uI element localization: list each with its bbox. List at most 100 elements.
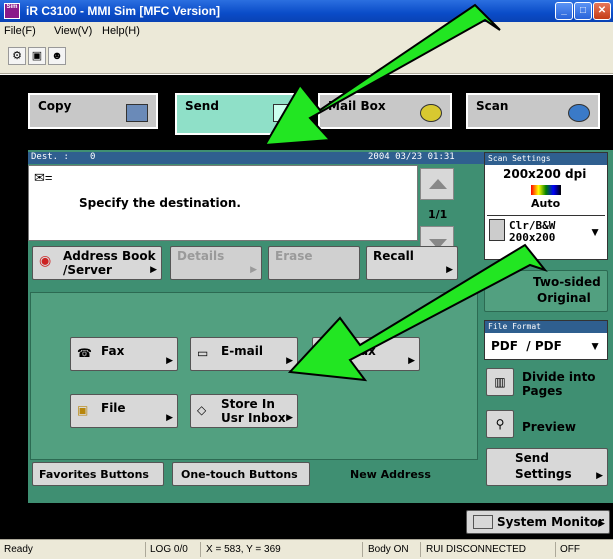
- toolbar: ⚙ ▣ ☻: [0, 40, 613, 74]
- menu-help[interactable]: Help(H): [102, 25, 140, 37]
- file-label: File: [101, 401, 126, 415]
- address-book-icon: ◉: [39, 253, 52, 269]
- ifax-button[interactable]: I-Fax ▶: [312, 337, 420, 371]
- preview-button[interactable]: ⚲ Preview: [486, 408, 608, 442]
- file-button[interactable]: ▣ File ▶: [70, 394, 178, 428]
- chevron-down-icon[interactable]: ▼: [589, 339, 601, 353]
- file-icon: ▣: [77, 403, 89, 417]
- color-mode-icon: [531, 185, 561, 195]
- monitor-icon: [473, 515, 493, 529]
- recall-label: Recall: [373, 249, 414, 263]
- address-book-label: Address Book: [63, 249, 156, 263]
- tab-copy-label: Copy: [38, 99, 72, 113]
- tab-scan-label: Scan: [476, 99, 509, 113]
- status-coords: X = 583, Y = 369: [206, 544, 281, 555]
- send-settings-button[interactable]: Send Settings ▶: [486, 448, 608, 486]
- tab-copy[interactable]: Copy: [28, 93, 158, 129]
- address-book-sublabel: /Server: [63, 263, 112, 277]
- email-icon: ▭: [197, 346, 209, 360]
- dest-datetime: 2004 03/23 01:31: [368, 152, 455, 162]
- window-title: iR C3100 - MMI Sim [MFC Version]: [26, 4, 221, 18]
- fax-icon: ☎: [77, 346, 92, 360]
- store-sublabel: Usr Inbox: [221, 411, 286, 425]
- toolbar-image-icon[interactable]: ▣: [28, 47, 46, 65]
- title-bar: Sim iR C3100 - MMI Sim [MFC Version] _ □…: [0, 0, 613, 22]
- toolbar-person-icon[interactable]: ☻: [48, 47, 66, 65]
- envelope-icon: ✉=: [34, 170, 53, 185]
- store-label: Store In: [221, 397, 275, 411]
- fax-button[interactable]: ☎ Fax ▶: [70, 337, 178, 371]
- menu-view[interactable]: View(V): [54, 25, 92, 37]
- system-monitor-label: System Monitor: [497, 515, 604, 529]
- one-touch-buttons-tab[interactable]: One-touch Buttons: [172, 462, 310, 486]
- favorites-label: Favorites Buttons: [39, 468, 149, 481]
- address-book-button[interactable]: ◉ Address Book /Server ▶: [32, 246, 162, 280]
- erase-label: Erase: [275, 249, 313, 263]
- status-body: Body ON: [368, 544, 409, 555]
- favorites-buttons-tab[interactable]: Favorites Buttons: [32, 462, 164, 486]
- ifax-label: I-Fax: [343, 344, 376, 358]
- inbox-icon: ◇: [197, 403, 207, 417]
- menu-file[interactable]: File(F): [4, 25, 36, 37]
- details-button[interactable]: Details ▶: [170, 246, 262, 280]
- status-rui: RUI DISCONNECTED: [426, 544, 527, 555]
- two-sided-label: Two-sided: [533, 275, 601, 289]
- onetouch-label: One-touch Buttons: [181, 468, 298, 481]
- new-address-tab[interactable]: New Address: [318, 462, 468, 486]
- tab-scan[interactable]: Scan: [466, 93, 600, 129]
- mailbox-icon: [420, 104, 442, 122]
- chevron-down-icon[interactable]: ▼: [589, 225, 601, 239]
- email-button[interactable]: ▭ E-mail ▶: [190, 337, 298, 371]
- store-inbox-button[interactable]: ◇ Store In Usr Inbox ▶: [190, 394, 298, 428]
- status-ready: Ready: [4, 544, 33, 555]
- dest-display: ✉= Specify the destination.: [28, 165, 418, 241]
- new-address-label: New Address: [350, 468, 431, 481]
- scan-dpi: 200x200 dpi: [503, 167, 587, 181]
- tab-send[interactable]: Send: [175, 93, 305, 135]
- scan-settings-box[interactable]: Scan Settings 200x200 dpi Auto Clr/B&W 2…: [484, 152, 608, 260]
- color-doc-icon: [489, 219, 505, 241]
- status-bar: Ready LOG 0/0 X = 583, Y = 369 Body ON R…: [0, 539, 613, 559]
- system-monitor-button[interactable]: System Monitor ▶: [466, 510, 610, 534]
- file-format-value: PDF / PDF: [491, 339, 562, 353]
- two-sided-button[interactable]: Two-sided Original: [484, 270, 608, 312]
- scroll-up-button[interactable]: [420, 168, 454, 200]
- dest-header: Dest. : 0 2004 03/23 01:31: [28, 152, 484, 164]
- copy-icon: [126, 104, 148, 122]
- divide-label: Divide into: [522, 370, 596, 384]
- maximize-button[interactable]: □: [574, 2, 592, 20]
- dest-message: Specify the destination.: [79, 196, 241, 210]
- divide-pages-icon: ▥: [486, 368, 514, 396]
- divide-pages-button[interactable]: ▥ Divide into Pages: [486, 364, 608, 404]
- fax-label: Fax: [101, 344, 125, 358]
- scan-settings-header: Scan Settings: [485, 153, 607, 165]
- dest-count: 0: [90, 152, 96, 162]
- recall-button[interactable]: Recall ▶: [366, 246, 458, 280]
- preview-label: Preview: [522, 420, 577, 434]
- status-log: LOG 0/0: [150, 544, 188, 555]
- status-off: OFF: [560, 544, 580, 555]
- email-label: E-mail: [221, 344, 264, 358]
- tab-mailbox-label: Mail Box: [328, 99, 386, 113]
- resolution-setting: 200x200: [509, 231, 556, 244]
- toolbar-tool-icon[interactable]: ⚙: [8, 47, 26, 65]
- details-label: Details: [177, 249, 225, 263]
- send-type-panel: [30, 292, 478, 460]
- divider: [487, 215, 605, 216]
- tab-mailbox[interactable]: Mail Box: [318, 93, 452, 129]
- two-sided-sublabel: Original: [537, 291, 591, 305]
- menu-bar: File(F) View(V) Help(H): [0, 22, 613, 40]
- tab-send-label: Send: [185, 99, 219, 113]
- send-settings-sublabel: Settings: [515, 467, 572, 481]
- close-button[interactable]: ✕: [593, 2, 611, 20]
- divide-sublabel: Pages: [522, 384, 563, 398]
- page-indicator: 1/1: [428, 208, 448, 221]
- send-icon: [273, 104, 295, 122]
- scan-icon: [568, 104, 590, 122]
- send-settings-label: Send: [515, 451, 549, 465]
- minimize-button[interactable]: _: [555, 2, 573, 20]
- preview-icon: ⚲: [486, 410, 514, 438]
- erase-button[interactable]: Erase: [268, 246, 360, 280]
- file-format-header: File Format: [485, 321, 607, 333]
- file-format-box[interactable]: File Format PDF / PDF ▼: [484, 320, 608, 360]
